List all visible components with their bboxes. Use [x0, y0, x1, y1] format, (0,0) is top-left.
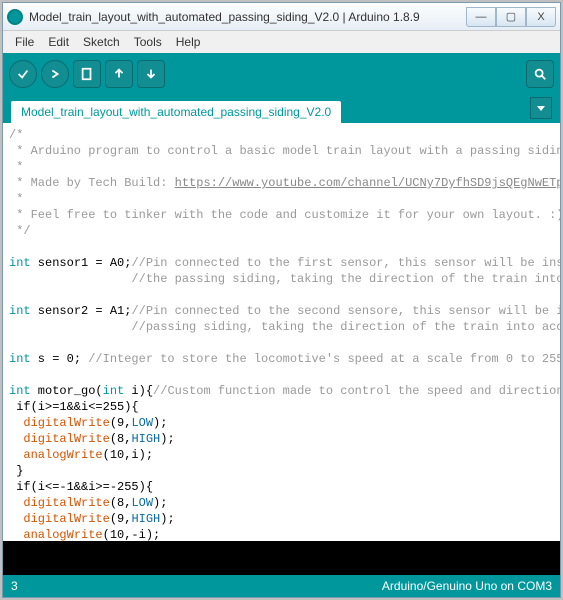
save-button[interactable]: [137, 60, 165, 88]
verify-button[interactable]: [9, 60, 37, 88]
menu-edit[interactable]: Edit: [42, 33, 75, 51]
open-button[interactable]: [105, 60, 133, 88]
menubar: File Edit Sketch Tools Help: [3, 31, 560, 53]
code-editor[interactable]: /* * Arduino program to control a basic …: [3, 123, 560, 541]
minimize-button[interactable]: —: [466, 7, 496, 27]
status-line: 3: [11, 579, 18, 593]
menu-help[interactable]: Help: [170, 33, 207, 51]
toolbar: [3, 53, 560, 95]
status-board: Arduino/Genuino Uno on COM3: [382, 579, 552, 593]
titlebar: Model_train_layout_with_automated_passin…: [3, 3, 560, 31]
statusbar: 3 Arduino/Genuino Uno on COM3: [3, 575, 560, 597]
console: [3, 541, 560, 575]
menu-file[interactable]: File: [9, 33, 40, 51]
tabbar: Model_train_layout_with_automated_passin…: [3, 95, 560, 123]
serial-monitor-button[interactable]: [526, 60, 554, 88]
sketch-tab[interactable]: Model_train_layout_with_automated_passin…: [11, 101, 341, 123]
tab-menu-button[interactable]: [530, 97, 552, 119]
window-title: Model_train_layout_with_automated_passin…: [29, 10, 460, 24]
arduino-logo-icon: [7, 9, 23, 25]
maximize-button[interactable]: ▢: [496, 7, 526, 27]
new-button[interactable]: [73, 60, 101, 88]
window-controls: — ▢ X: [466, 7, 556, 27]
close-button[interactable]: X: [526, 7, 556, 27]
menu-tools[interactable]: Tools: [128, 33, 168, 51]
upload-button[interactable]: [41, 60, 69, 88]
menu-sketch[interactable]: Sketch: [77, 33, 126, 51]
